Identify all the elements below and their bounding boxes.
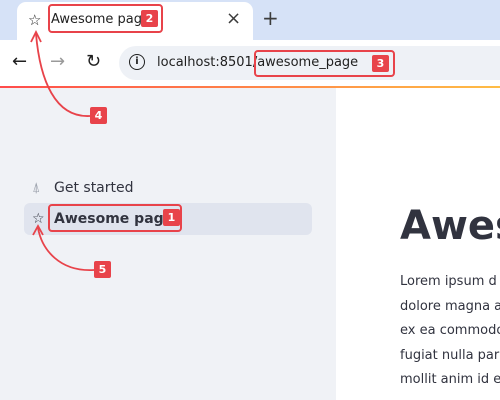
callout-arrows bbox=[30, 29, 95, 271]
callout-arrow-4 bbox=[35, 33, 91, 117]
callout-arrow-5 bbox=[37, 227, 95, 271]
